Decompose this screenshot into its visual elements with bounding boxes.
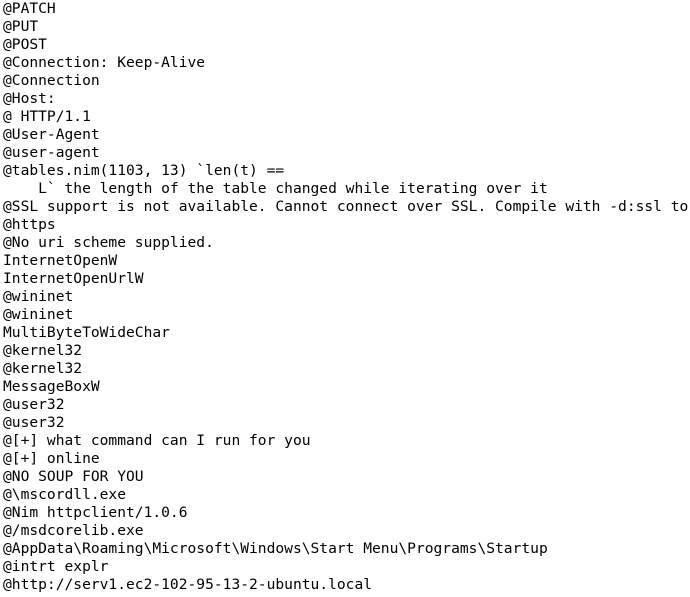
text-line: @\mscordll.exe — [3, 486, 127, 503]
text-line: @Connection — [3, 72, 100, 89]
text-line: @/msdcorelib.exe — [3, 522, 144, 539]
text-line: @[+] what command can I run for you — [3, 432, 311, 449]
text-line: @wininet — [3, 306, 74, 323]
strings-output-pane: @PATCH @PUT @POST @Connection: Keep-Alive @C… — [0, 0, 690, 594]
text-line: @user-agent — [3, 144, 100, 161]
text-line: @AppData\Roaming\Microsoft\Windows\Start… — [3, 540, 548, 557]
text-line: @[+] online — [3, 450, 100, 467]
text-line: @user32 — [3, 414, 65, 431]
text-line: MultiByteToWideChar — [3, 324, 170, 341]
text-line: @No uri scheme supplied. — [3, 234, 214, 251]
text-line: @ HTTP/1.1 — [3, 108, 91, 125]
text-line: @NO SOUP FOR YOU — [3, 468, 144, 485]
text-line: @intrt explr — [3, 558, 109, 575]
text-line: @kernel32 — [3, 342, 83, 359]
text-line: MessageBoxW — [3, 378, 100, 395]
text-line: @wininet — [3, 288, 74, 305]
text-line: @Nim httpclient/1.0.6 — [3, 504, 188, 521]
text-line: @Connection: Keep-Alive — [3, 54, 206, 71]
text-line: @http://serv1.ec2-102-95-13-2-ubuntu.loc… — [3, 576, 373, 593]
text-line: @PATCH — [3, 0, 56, 17]
text-line: @tables.nim(1103, 13) `len(t) == — [3, 162, 285, 179]
text-line: @PUT — [3, 18, 39, 35]
text-line: @user32 — [3, 396, 65, 413]
text-line: @kernel32 — [3, 360, 83, 377]
text-line: @Host: — [3, 90, 56, 107]
text-line: InternetOpenUrlW — [3, 270, 144, 287]
text-line: @User-Agent — [3, 126, 100, 143]
text-line: @SSL support is not available. Cannot co… — [3, 198, 690, 215]
text-line: @https — [3, 216, 56, 233]
text-line: L` the length of the table changed while… — [3, 180, 548, 197]
text-line: InternetOpenW — [3, 252, 118, 269]
text-line: @POST — [3, 36, 47, 53]
